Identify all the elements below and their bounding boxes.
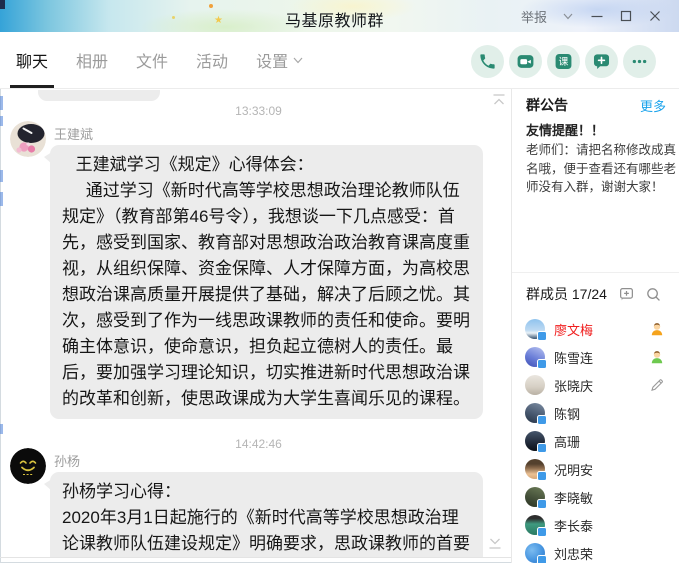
background-window-corner bbox=[0, 0, 5, 9]
sidebar: 群公告 更多 友情提醒！！ 老师们：请把名称修改成真名哦，便于查看还有哪些老师没… bbox=[511, 89, 679, 563]
avatar-wangjianbin[interactable] bbox=[10, 121, 46, 157]
tab-album[interactable]: 相册 bbox=[76, 48, 108, 72]
titlebar-deco-dot bbox=[209, 4, 213, 8]
member-avatar bbox=[525, 403, 545, 423]
close-button[interactable] bbox=[647, 8, 663, 24]
message-paragraph: 孙杨学习心得： bbox=[62, 479, 471, 505]
svg-text:课: 课 bbox=[559, 56, 569, 68]
member-row[interactable]: 刘忠荣 bbox=[512, 539, 679, 563]
titlebar-deco-star: ★ bbox=[214, 15, 223, 26]
member-avatar bbox=[525, 487, 545, 507]
ellipsis-icon bbox=[630, 52, 649, 71]
members-count: 17/24 bbox=[572, 286, 607, 302]
member-name: 张晓庆 bbox=[554, 376, 649, 395]
member-name: 廖文梅 bbox=[554, 320, 649, 339]
message-bubble: 孙杨学习心得： 2020年3月1日起施行的《新时代高等学校思想政治理论课教师队伍… bbox=[50, 472, 483, 557]
message-list[interactable]: 13:33:09 王建斌 王建斌学习《规定》心得体会： 通过学习《新时代高等学校… bbox=[6, 90, 511, 557]
member-name: 李长泰 bbox=[554, 516, 665, 535]
video-call-button[interactable] bbox=[509, 45, 542, 78]
phone-icon bbox=[478, 52, 497, 71]
bubble-plus-icon bbox=[592, 52, 611, 71]
add-post-button[interactable] bbox=[585, 45, 618, 78]
member-name: 高珊 bbox=[554, 432, 665, 451]
course-icon: 课 bbox=[554, 52, 573, 71]
report-button[interactable]: 举报 bbox=[521, 7, 547, 26]
member-list: 廖文梅 陈雪连 张晓庆 陈钢 bbox=[512, 315, 679, 563]
member-row[interactable]: 李晓敏 bbox=[512, 483, 679, 511]
background-window-artifact bbox=[0, 96, 3, 110]
notice-body: 老师们：请把名称修改成真名哦，便于查看还有哪些老师没有入群，谢谢大家！ bbox=[526, 141, 676, 197]
member-name: 刘忠荣 bbox=[554, 544, 665, 563]
group-admin-badge-icon bbox=[649, 349, 665, 365]
member-name: 李晓敏 bbox=[554, 488, 665, 507]
edit-pencil-icon bbox=[649, 377, 665, 393]
message-timestamp: 14:42:46 bbox=[6, 437, 511, 451]
member-name: 陈雪连 bbox=[554, 348, 649, 367]
notice-title: 友情提醒！！ bbox=[526, 120, 604, 139]
background-window-artifact bbox=[0, 192, 3, 206]
more-actions-button[interactable] bbox=[623, 45, 656, 78]
message-paragraph: 2020年3月1日起施行的《新时代高等学校思想政治理论课教师队伍建设规定》明确要… bbox=[62, 505, 471, 557]
avatar-sunyang[interactable] bbox=[10, 448, 46, 484]
toolbar: 聊天 相册 文件 活动 设置 bbox=[0, 32, 679, 89]
chat-input-divider bbox=[0, 557, 511, 558]
tab-settings[interactable]: 设置 bbox=[256, 48, 303, 72]
member-name: 陈钢 bbox=[554, 404, 665, 423]
announcement-more-link[interactable]: 更多 bbox=[640, 96, 666, 115]
background-window-artifact bbox=[0, 116, 3, 126]
member-row[interactable]: 李长泰 bbox=[512, 511, 679, 539]
voice-call-button[interactable] bbox=[471, 45, 504, 78]
member-row[interactable]: 陈钢 bbox=[512, 399, 679, 427]
member-avatar bbox=[525, 319, 545, 339]
member-row[interactable]: 廖文梅 bbox=[512, 315, 679, 343]
tab-bar: 聊天 相册 文件 活动 设置 bbox=[16, 32, 303, 88]
video-camera-icon bbox=[516, 52, 535, 71]
member-avatar bbox=[525, 543, 545, 563]
message-paragraph: 王建斌学习《规定》心得体会： bbox=[62, 152, 471, 178]
tab-files[interactable]: 文件 bbox=[136, 48, 168, 72]
maximize-button[interactable] bbox=[618, 8, 634, 24]
minimize-button[interactable] bbox=[589, 8, 605, 24]
tab-chat[interactable]: 聊天 bbox=[16, 48, 48, 72]
message-paragraph: 通过学习《新时代高等学校思想政治理论教师队伍规定》（教育部第46号令），我想谈一… bbox=[62, 178, 471, 412]
announcement-title: 群公告 bbox=[526, 95, 568, 115]
active-tab-underline bbox=[10, 85, 54, 88]
tab-settings-label: 设置 bbox=[256, 48, 288, 72]
member-row[interactable]: 陈雪连 bbox=[512, 343, 679, 371]
member-avatar bbox=[525, 431, 545, 451]
invite-member-icon[interactable] bbox=[617, 285, 635, 303]
member-avatar bbox=[525, 459, 545, 479]
members-title: 群成员 17/24 bbox=[526, 284, 608, 304]
sender-name: 王建斌 bbox=[54, 124, 93, 143]
report-chevron-down-icon[interactable] bbox=[560, 8, 576, 24]
background-window-artifact bbox=[0, 170, 3, 182]
members-header: 群成员 17/24 bbox=[526, 284, 662, 304]
message-bubble: 王建斌学习《规定》心得体会： 通过学习《新时代高等学校思想政治理论教师队伍规定》… bbox=[50, 145, 483, 419]
toolbar-actions: 课 bbox=[471, 45, 656, 78]
search-member-icon[interactable] bbox=[644, 285, 662, 303]
member-avatar bbox=[525, 347, 545, 367]
titlebar[interactable]: ★ 马基原教师群 举报 bbox=[0, 0, 679, 32]
sidebar-divider bbox=[512, 272, 679, 273]
member-row[interactable]: 况明安 bbox=[512, 455, 679, 483]
qq-group-chat-window: ★ 马基原教师群 举报 聊天 相册 文件 活动 设置 bbox=[0, 0, 679, 563]
class-course-button[interactable]: 课 bbox=[547, 45, 580, 78]
group-title: 马基原教师群 bbox=[285, 7, 384, 31]
group-owner-badge-icon bbox=[649, 321, 665, 337]
background-window-artifact bbox=[0, 424, 3, 434]
tab-activities[interactable]: 活动 bbox=[196, 48, 228, 72]
member-row[interactable]: 张晓庆 bbox=[512, 371, 679, 399]
member-row[interactable]: 高珊 bbox=[512, 427, 679, 455]
member-avatar bbox=[525, 515, 545, 535]
sender-name: 孙杨 bbox=[54, 451, 80, 470]
jump-to-bottom-icon[interactable] bbox=[487, 536, 503, 555]
previous-message-bubble-clipped bbox=[38, 90, 160, 101]
titlebar-deco-dot2 bbox=[172, 16, 175, 19]
settings-chevron-down-icon bbox=[293, 57, 303, 64]
message-timestamp: 13:33:09 bbox=[6, 104, 511, 118]
member-avatar bbox=[525, 375, 545, 395]
member-name: 况明安 bbox=[554, 460, 665, 479]
